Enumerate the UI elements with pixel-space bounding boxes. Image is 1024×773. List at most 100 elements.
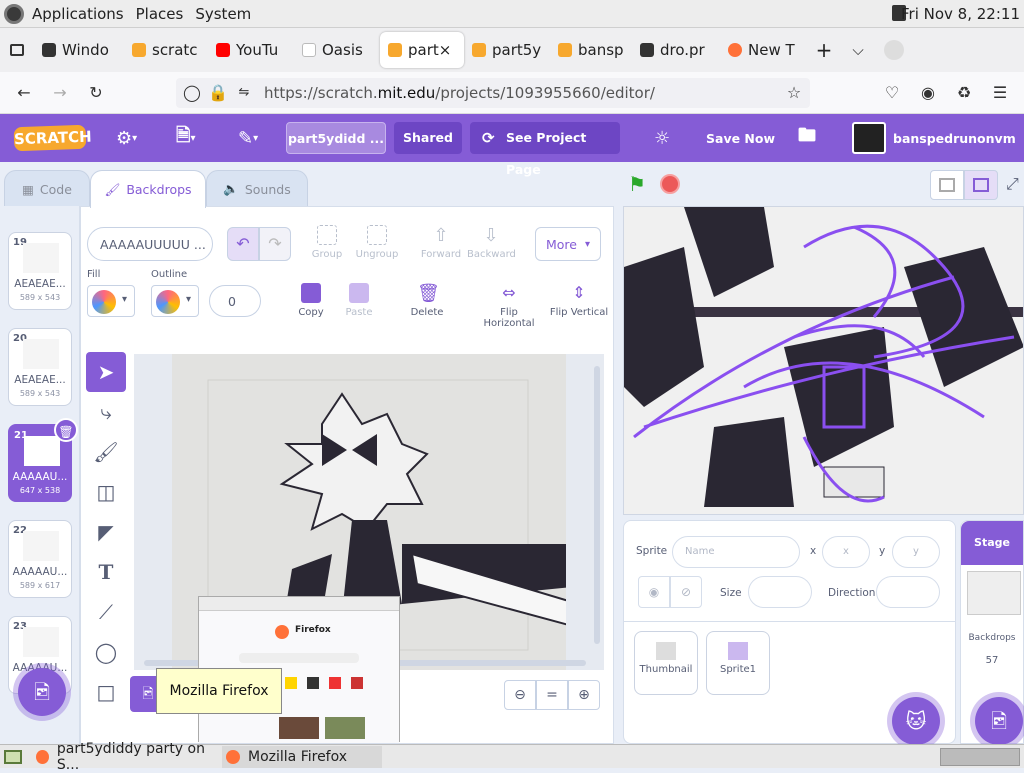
group-button[interactable]: Group bbox=[303, 225, 351, 260]
zoom-reset-button[interactable]: = bbox=[536, 680, 568, 710]
distro-logo-icon[interactable] bbox=[4, 3, 24, 24]
lock-icon[interactable]: 🔒 bbox=[208, 83, 228, 103]
tab-6[interactable]: bansp bbox=[550, 32, 632, 68]
list-all-tabs-button[interactable]: ⌵ bbox=[842, 32, 874, 68]
project-title-input[interactable]: part5ydidd ... bbox=[286, 122, 386, 154]
reload-icon[interactable]: ↻ bbox=[86, 83, 106, 103]
backward-button[interactable]: ⇩ Backward bbox=[467, 225, 516, 260]
save-now-button[interactable]: Save Now bbox=[706, 123, 775, 153]
paste-button[interactable]: Paste bbox=[335, 283, 383, 318]
menu-applications[interactable]: Applications bbox=[32, 5, 124, 23]
pocket-icon[interactable]: ♡ bbox=[882, 83, 902, 103]
new-tab-button[interactable]: + bbox=[806, 32, 842, 68]
account-icon[interactable]: ◉ bbox=[918, 83, 938, 103]
flip-horizontal-button[interactable]: ⇔ Flip Horizontal bbox=[477, 283, 541, 329]
hide-sprite-button[interactable]: ⊘ bbox=[670, 576, 702, 608]
shield-icon[interactable]: ◯ bbox=[182, 83, 202, 103]
flip-vertical-button[interactable]: ⇕ Flip Vertical bbox=[549, 283, 609, 318]
zoom-in-button[interactable]: ⊕ bbox=[568, 680, 600, 710]
folder-icon[interactable]: 🖿 bbox=[798, 123, 816, 153]
stop-icon[interactable] bbox=[660, 174, 680, 194]
fill-tool[interactable]: ◤ bbox=[86, 512, 126, 552]
choose-backdrop-button[interactable]: 🖻 bbox=[18, 668, 66, 716]
brush-tool[interactable]: 🖌 bbox=[86, 432, 126, 472]
tab-backdrops[interactable]: 🖌 Backdrops bbox=[90, 170, 206, 208]
tab-0[interactable]: Windo bbox=[34, 32, 124, 68]
sprite-tile[interactable]: Sprite1 bbox=[706, 631, 770, 695]
taskbar-item[interactable]: part5ydiddy party on S... bbox=[32, 741, 222, 773]
sprite-tile[interactable]: Thumbnail bbox=[634, 631, 698, 695]
tab-overview-button[interactable] bbox=[0, 32, 34, 68]
outline-width-input[interactable]: 0 bbox=[209, 285, 261, 317]
see-project-page-button[interactable]: ⟳ See Project Page bbox=[470, 122, 620, 177]
show-desktop-icon[interactable] bbox=[4, 749, 22, 764]
settings-menu[interactable]: ⚙ ▾ bbox=[116, 123, 137, 153]
forward-button[interactable]: ⇧ Forward bbox=[417, 225, 465, 260]
show-sprite-button[interactable]: ◉ bbox=[638, 576, 670, 608]
size-field[interactable] bbox=[748, 576, 812, 608]
delete-backdrop-button[interactable]: 🗑 bbox=[54, 418, 78, 442]
stage-selector[interactable]: Stage Backdrops 57 🖻 bbox=[960, 520, 1024, 745]
edit-menu[interactable]: ✎ ▾ bbox=[238, 123, 258, 153]
workspace-switcher[interactable] bbox=[940, 748, 1020, 766]
tab-4-active[interactable]: part× bbox=[380, 32, 464, 68]
tab-2[interactable]: YouTu bbox=[208, 32, 294, 68]
green-flag-icon[interactable]: ⚑ bbox=[628, 174, 648, 194]
direction-field[interactable] bbox=[876, 576, 940, 608]
zoom-out-button[interactable]: ⊖ bbox=[504, 680, 536, 710]
backdrop-item[interactable]: 19 AEAEAE... 589 x 543 bbox=[8, 232, 72, 310]
avatar[interactable] bbox=[852, 122, 886, 154]
vertical-scrollbar[interactable] bbox=[594, 366, 600, 644]
line-tool[interactable]: ⟋ bbox=[86, 592, 126, 632]
redo-button[interactable]: ↷ bbox=[259, 227, 291, 261]
choose-backdrop-stage-button[interactable]: 🖻 bbox=[975, 697, 1023, 745]
clock[interactable]: Fri Nov 8, 22:11 bbox=[901, 5, 1020, 23]
circle-tool[interactable]: ◯ bbox=[86, 632, 126, 672]
tab-1[interactable]: scratc bbox=[124, 32, 208, 68]
url-field[interactable]: ◯ 🔒 ⇋ https://scratch. mit.edu/projects/1… bbox=[176, 78, 810, 108]
x-field[interactable]: x bbox=[822, 536, 870, 568]
sprite-name-field[interactable]: Name bbox=[672, 536, 800, 568]
large-stage-button[interactable] bbox=[964, 170, 998, 200]
username-menu[interactable]: banspedrunonvm bbox=[893, 123, 1016, 153]
tab-3[interactable]: Oasis bbox=[294, 32, 380, 68]
copy-button[interactable]: Copy bbox=[287, 283, 335, 318]
backdrop-item[interactable]: 22 AAAAAU... 589 x 617 bbox=[8, 520, 72, 598]
reshape-tool[interactable]: ⤷ bbox=[86, 392, 126, 432]
delete-button[interactable]: 🗑 Delete bbox=[403, 283, 451, 318]
more-menu-button[interactable]: More ▾ bbox=[535, 227, 601, 261]
tab-5[interactable]: part5y bbox=[464, 32, 550, 68]
rectangle-tool[interactable]: □ bbox=[86, 672, 126, 712]
tab-7[interactable]: dro.pr bbox=[632, 32, 720, 68]
hamburger-menu-icon[interactable]: ☰ bbox=[990, 83, 1010, 103]
text-tool[interactable]: T bbox=[86, 552, 126, 592]
lightbulb-icon[interactable]: ☼ bbox=[654, 123, 670, 153]
tab-8[interactable]: New T bbox=[720, 32, 806, 68]
fill-color-picker[interactable]: ▾ bbox=[87, 285, 135, 317]
small-stage-button[interactable] bbox=[930, 170, 964, 200]
tab-sounds[interactable]: 🔈 Sounds bbox=[206, 170, 308, 208]
undo-button[interactable]: ↶ bbox=[227, 227, 259, 261]
outline-color-picker[interactable]: ▾ bbox=[151, 285, 199, 317]
select-tool[interactable]: ➤ bbox=[86, 352, 126, 392]
ungroup-button[interactable]: Ungroup bbox=[353, 225, 401, 260]
extensions-icon[interactable]: ♻ bbox=[954, 83, 974, 103]
costume-name-input[interactable]: AAAAAUUUUU ... bbox=[87, 227, 213, 261]
eraser-tool[interactable]: ◫ bbox=[86, 472, 126, 512]
scratch-logo[interactable]: SCRATCH bbox=[13, 124, 92, 152]
backdrop-item[interactable]: 20 AEAEAE... 589 x 543 bbox=[8, 328, 72, 406]
tab-code[interactable]: ▦ Code bbox=[4, 170, 90, 208]
menu-places[interactable]: Places bbox=[136, 5, 184, 23]
permissions-icon[interactable]: ⇋ bbox=[234, 83, 254, 103]
forward-arrow-icon[interactable]: → bbox=[50, 83, 70, 103]
bookmark-star-icon[interactable]: ☆ bbox=[784, 83, 804, 103]
fullscreen-icon[interactable]: ⤢ bbox=[1006, 174, 1019, 194]
back-arrow-icon[interactable]: ← bbox=[14, 83, 34, 103]
stage-canvas[interactable] bbox=[623, 206, 1024, 515]
file-menu[interactable]: 🗎 ▾ bbox=[176, 123, 196, 153]
shared-button[interactable]: Shared bbox=[394, 122, 462, 154]
window-controls[interactable] bbox=[874, 32, 914, 68]
y-field[interactable]: y bbox=[892, 536, 940, 568]
taskbar-item[interactable]: Mozilla Firefox bbox=[222, 745, 382, 768]
choose-sprite-button[interactable]: 🐱 bbox=[892, 697, 940, 745]
